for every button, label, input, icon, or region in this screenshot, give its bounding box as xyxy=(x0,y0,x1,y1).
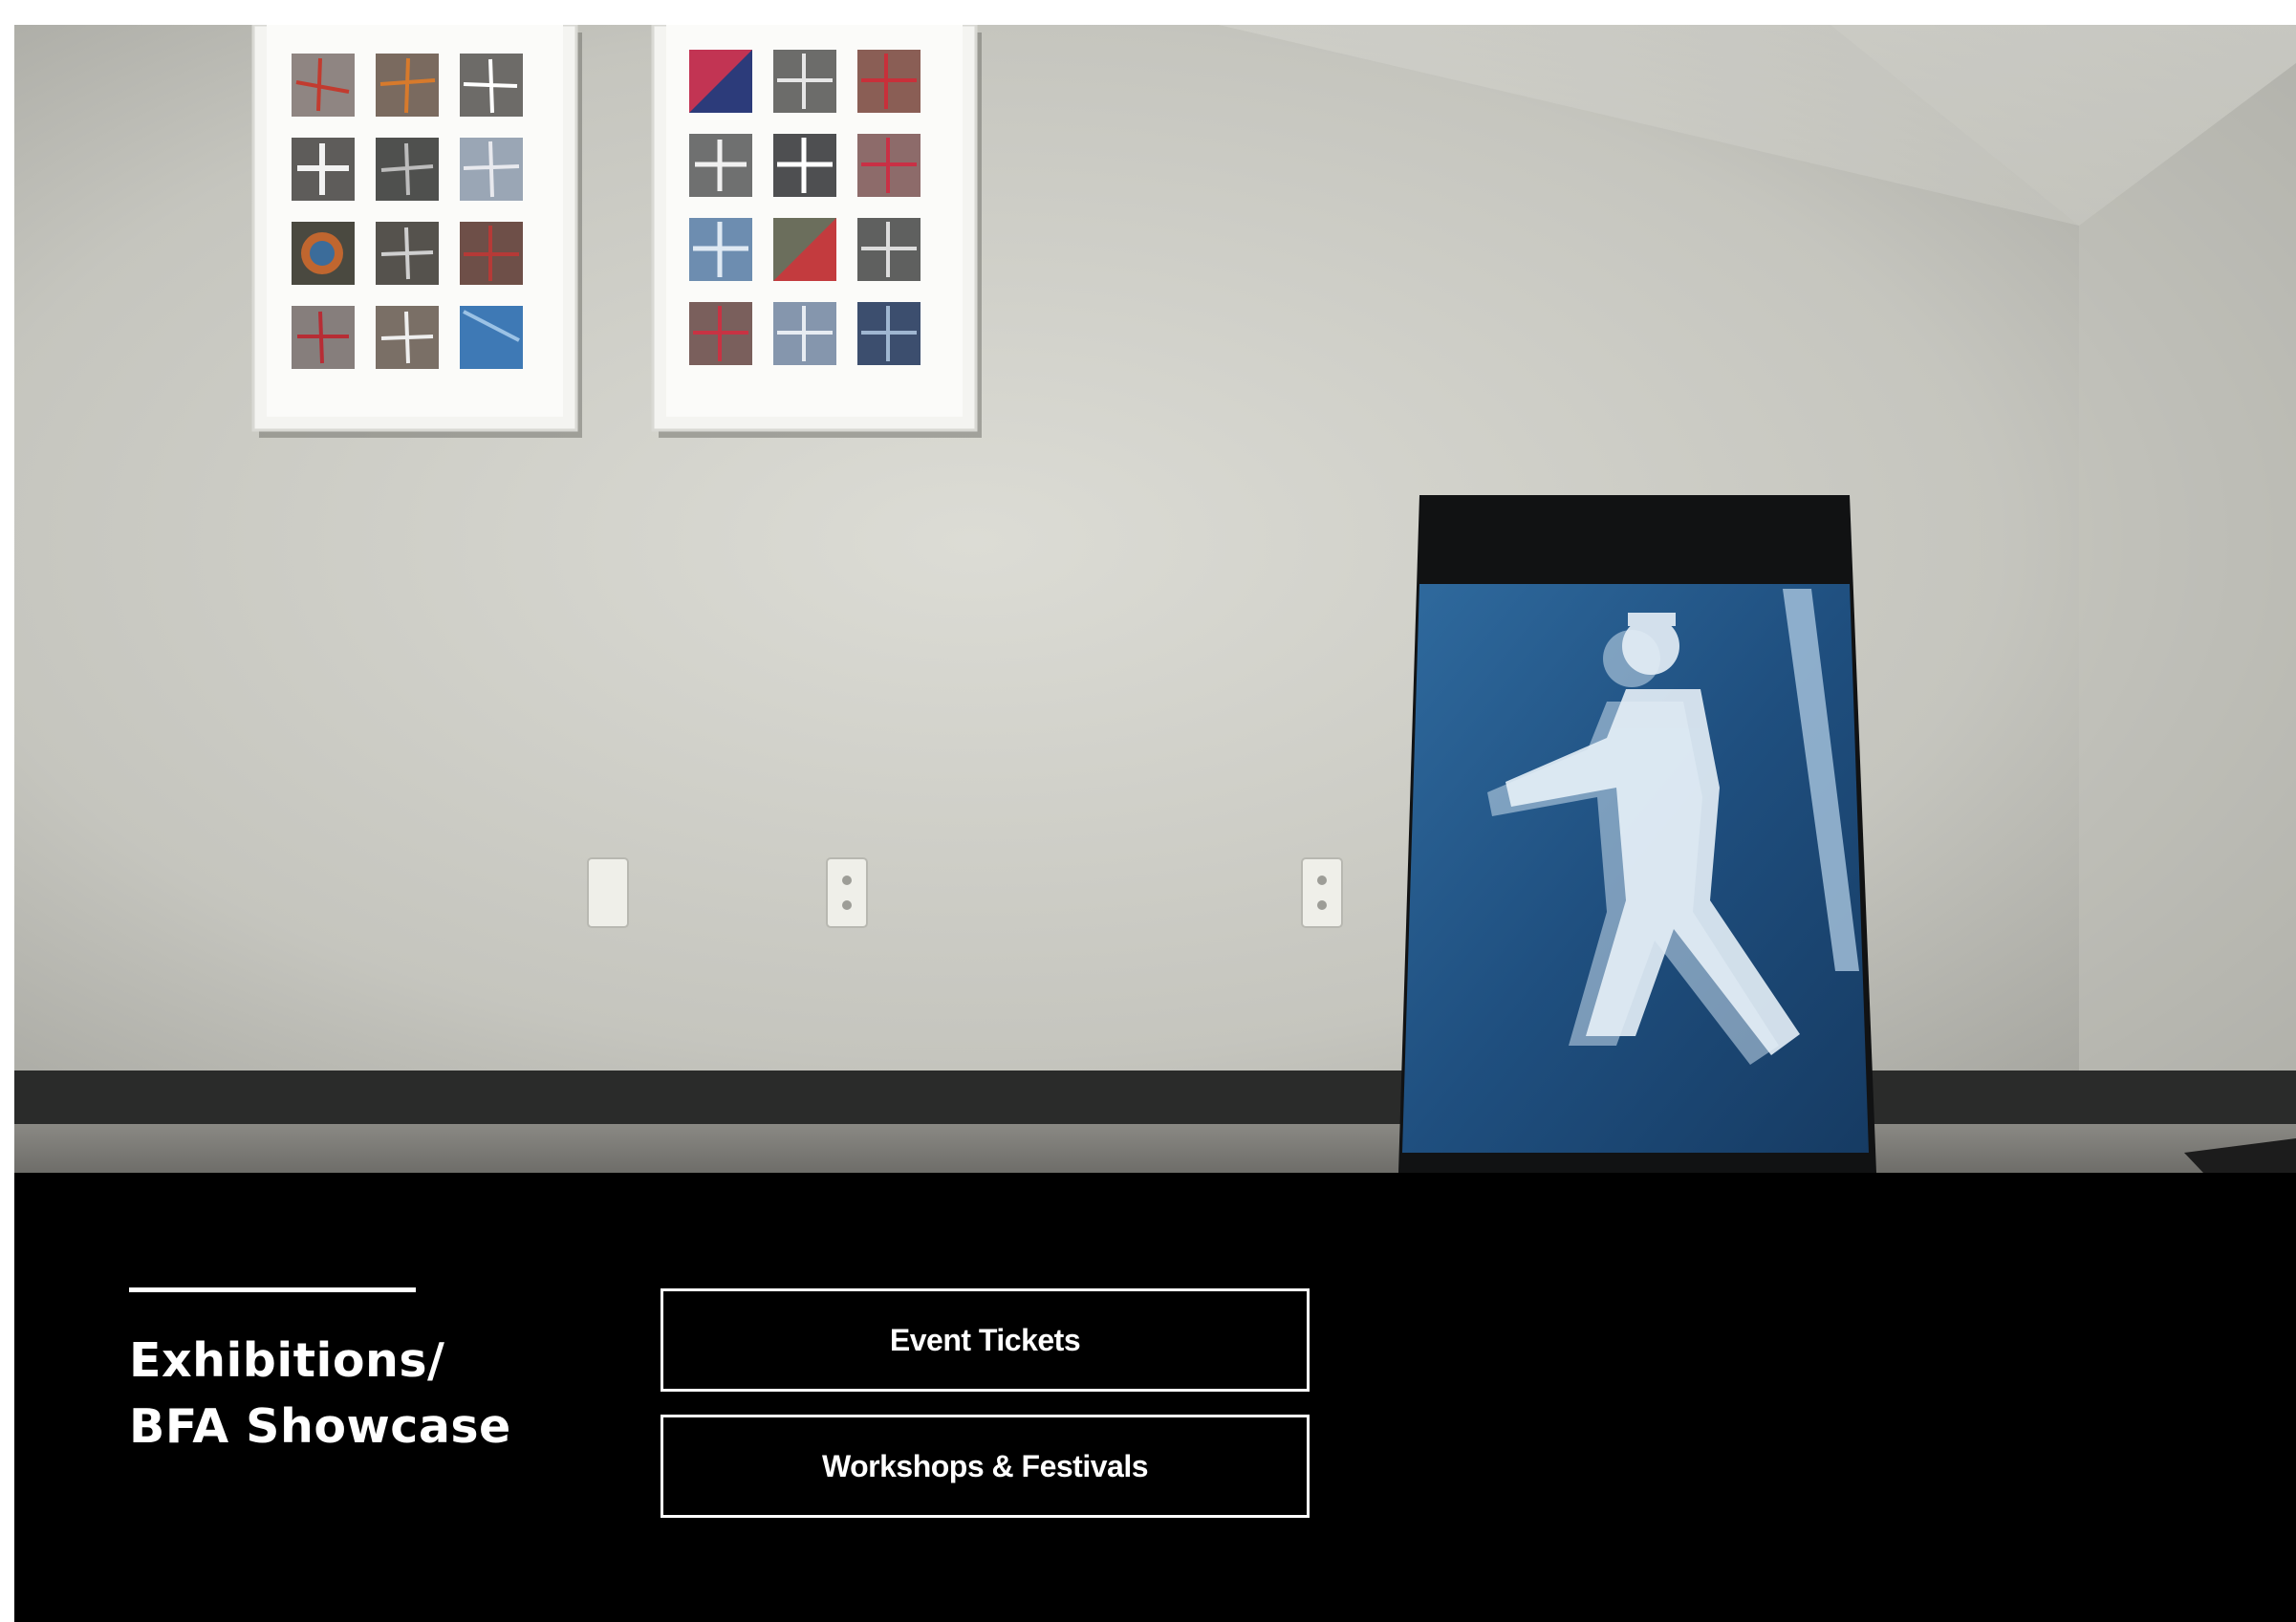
artwork-frame-right xyxy=(651,25,982,438)
page: Exhibitions/ BFA Showcase Event Tickets … xyxy=(0,0,2296,1622)
gallery-photo xyxy=(14,25,2296,1173)
workshops-festivals-button[interactable]: Workshops & Festivals xyxy=(661,1415,1310,1518)
display-screen xyxy=(1398,495,1876,1173)
section-title-line-2: BFA Showcase xyxy=(129,1399,511,1454)
info-panel: Exhibitions/ BFA Showcase Event Tickets … xyxy=(14,1173,2296,1622)
accent-divider xyxy=(129,1287,416,1292)
section-title-line-1: Exhibitions/ xyxy=(129,1333,445,1388)
event-tickets-button[interactable]: Event Tickets xyxy=(661,1288,1310,1392)
artwork-frame-left xyxy=(251,25,582,438)
baseboard xyxy=(14,1071,2296,1124)
floor xyxy=(14,1124,2296,1173)
hero-image xyxy=(14,25,2296,1173)
section-title: Exhibitions/ BFA Showcase xyxy=(129,1328,569,1460)
